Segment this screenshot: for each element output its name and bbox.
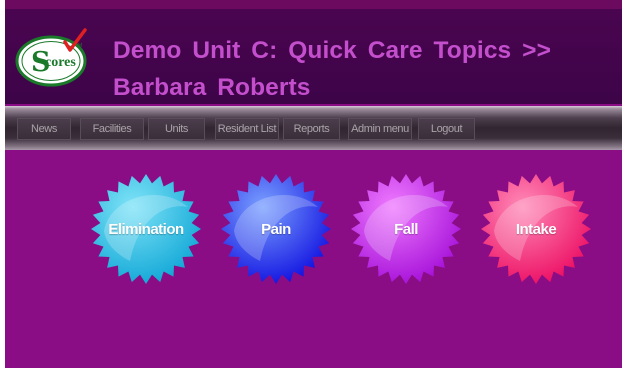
header: S cores TM Demo Unit C: Quick Care Topic… (5, 0, 622, 104)
topic-intake-button[interactable]: Intake (480, 173, 592, 285)
logo-text: cores (45, 55, 76, 70)
nav-bar: News Facilities Units Resident List Repo… (5, 106, 622, 150)
topic-label: Intake (515, 220, 557, 238)
topic-pain-button[interactable]: Pain (220, 173, 332, 285)
topic-fall-button[interactable]: Fall (350, 173, 462, 285)
nav-news[interactable]: News (17, 118, 71, 140)
nav-facilities[interactable]: Facilities (80, 118, 144, 140)
nav-admin-menu[interactable]: Admin menu (348, 118, 412, 140)
topics-area: Elimination Pain Fall Intake (5, 150, 622, 368)
page-title: Demo Unit C: Quick Care Topics >> Barbar… (113, 37, 551, 101)
topic-label: Pain (261, 220, 291, 238)
header-top-strip (5, 0, 622, 9)
topic-label: Fall (394, 220, 418, 238)
scores-logo[interactable]: S cores TM (13, 28, 93, 88)
nav-units[interactable]: Units (148, 118, 205, 140)
topic-label: Elimination (108, 220, 184, 238)
nav-logout[interactable]: Logout (418, 118, 475, 140)
nav-resident-list[interactable]: Resident List (215, 118, 279, 140)
nav-reports[interactable]: Reports (283, 118, 340, 140)
app-frame: S cores TM Demo Unit C: Quick Care Topic… (5, 0, 622, 368)
topic-elimination-button[interactable]: Elimination (90, 173, 202, 285)
